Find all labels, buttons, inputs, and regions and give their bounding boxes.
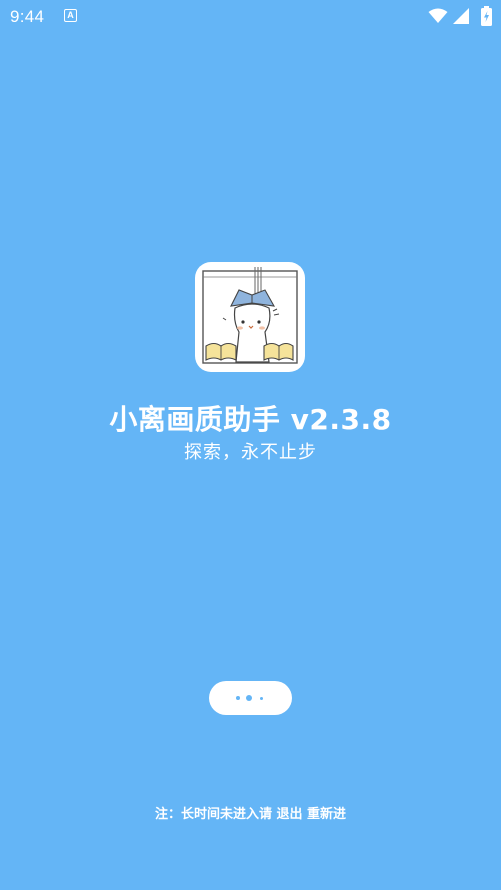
cell-signal-icon <box>453 8 469 24</box>
battery-charging-icon <box>481 6 492 26</box>
footer-note: 注：长时间未进入请 退出 重新进 <box>154 807 347 822</box>
app-icon <box>195 262 305 372</box>
loading-dot <box>246 695 252 701</box>
wifi-icon <box>428 8 448 23</box>
app-subtitle: 探索，永不止步 <box>184 442 317 463</box>
cat-reading-book-illustration <box>202 267 298 364</box>
loading-indicator <box>209 681 292 715</box>
status-bar: 9:44 A <box>0 0 501 34</box>
loading-dot <box>260 697 263 700</box>
a-notification-icon: A <box>64 9 77 22</box>
status-time: 9:44 <box>10 7 45 26</box>
loading-dot <box>236 696 240 700</box>
app-title: 小离画质助手 v2.3.8 <box>109 403 392 436</box>
